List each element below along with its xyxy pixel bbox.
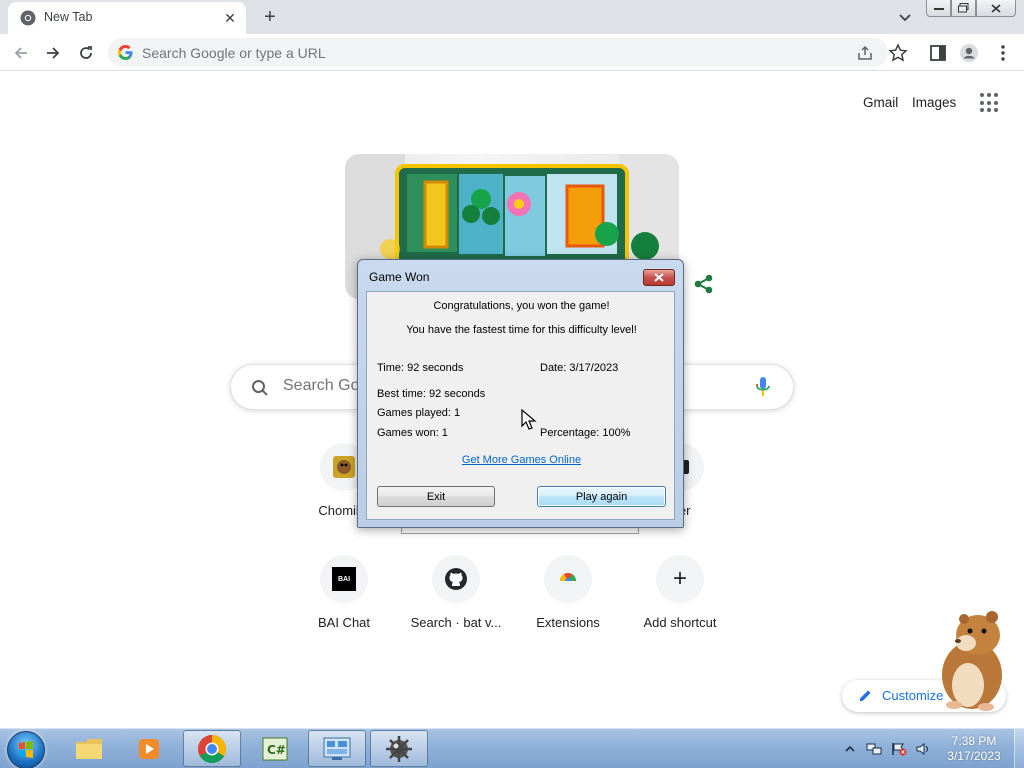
svg-text:C#: C# [267,743,286,757]
omnibox-input[interactable] [142,38,802,67]
pencil-icon [860,690,871,701]
volume-icon[interactable] [915,742,931,756]
dialog-body: Congratulations, you won the game! You h… [366,291,675,520]
bai-chat-icon: BAI [332,567,356,591]
back-button[interactable] [8,40,34,66]
close-icon [654,273,664,282]
media-player-icon [139,738,159,759]
side-panel-icon[interactable] [928,43,948,63]
shortcut-tile [432,555,480,603]
tab-close-icon[interactable]: ✕ [220,8,240,28]
shortcut-extensions[interactable]: Extensions [512,555,624,655]
profile-avatar-icon[interactable] [959,43,979,63]
show-hidden-icons-icon[interactable] [844,744,856,754]
plus-icon: + [672,565,687,592]
chrome-icon [198,734,226,763]
bookmark-star-icon[interactable] [888,43,908,63]
shortcut-tile: + [656,555,704,603]
images-link[interactable]: Images [912,95,956,110]
hamster-mascot-image [942,611,1002,711]
google-apps-icon[interactable] [980,93,1000,113]
github-icon [445,568,467,590]
back-arrow-icon [14,47,27,59]
restore-icon [958,3,969,13]
shortcut-tile [544,555,592,603]
shortcut-tile: BAI [320,555,368,603]
time-stat: Time: 92 seconds [377,362,464,374]
browser-toolbar [0,34,1024,71]
taskbar-control-panel[interactable] [308,730,366,767]
clock-date: 3/17/2023 [947,749,1001,763]
best-time-stat: Best time: 92 seconds [377,388,486,400]
network-icon[interactable] [866,742,882,756]
share-page-icon[interactable] [856,44,874,62]
start-button[interactable] [7,731,45,768]
shortcut-label: BAI Chat [317,615,371,630]
chrome-web-store-icon [559,573,577,584]
show-desktop-button[interactable] [1014,729,1024,768]
csharp-icon: C# [262,737,288,760]
dialog-close-button[interactable] [643,269,675,286]
forward-button[interactable] [40,40,66,66]
shortcut-add[interactable]: + Add shortcut [624,555,736,655]
date-stat: Date: 3/17/2023 [540,362,619,374]
shortcut-label: Add shortcut [643,615,717,630]
screen: New Tab ✕ + Search Google or type a URL … [0,0,1024,768]
tab-search-chevron-icon[interactable] [896,8,914,26]
game-won-dialog: Game Won Congratulations, you won the ga… [357,259,684,528]
reload-icon [80,46,92,59]
restore-button[interactable] [951,0,976,17]
action-center-flag-icon[interactable] [891,742,907,756]
voice-search-mic-icon[interactable] [755,376,771,398]
shortcut-label: Search · bat v... [410,615,502,630]
taskbar-csharp[interactable]: C# [246,730,304,767]
taskbar-media-player[interactable] [120,730,178,767]
games-played-stat: Games played: 1 [377,407,461,419]
mouse-cursor-icon [521,409,537,430]
percentage-stat: Percentage: 100% [540,427,631,439]
control-panel-icon [323,737,351,760]
minesweeper-icon [386,735,412,762]
search-icon [252,380,268,396]
reload-button[interactable] [73,40,99,66]
google-g-icon [118,45,133,60]
congrats-text: Congratulations, you won the game! [433,300,610,312]
minimize-icon [933,8,944,10]
share-doodle-icon[interactable] [693,273,715,295]
forward-arrow-icon [47,47,60,59]
get-more-games-link[interactable]: Get More Games Online [367,454,676,466]
dialog-title: Game Won [369,270,430,284]
tab-strip: New Tab ✕ + [0,0,1024,34]
tab-new-tab[interactable]: New Tab ✕ [8,2,246,34]
windows-explorer-icon [76,738,102,759]
chrome-menu-icon[interactable] [993,43,1013,63]
omnibox[interactable] [108,38,888,67]
windows-taskbar: C# 7:38 PM 3/17/2023 [0,728,1024,768]
close-window-button[interactable] [976,0,1016,17]
new-tab-button[interactable]: + [258,5,282,29]
taskbar-explorer[interactable] [60,730,118,767]
close-icon [991,3,1001,13]
chomikuj-icon [333,456,355,478]
chrome-icon [20,10,36,26]
shortcut-bai-chat[interactable]: BAI BAI Chat [288,555,400,655]
shortcut-github-search[interactable]: Search · bat v... [400,555,512,655]
taskbar-chrome[interactable] [183,730,241,767]
shortcut-label: Extensions [536,615,600,630]
clock-time: 7:38 PM [951,734,997,748]
taskbar-minesweeper[interactable] [370,730,428,767]
play-again-button[interactable]: Play again [537,486,666,507]
windows-logo-icon [19,741,33,758]
window-controls [926,0,1018,18]
exit-button[interactable]: Exit [377,486,495,507]
fastest-time-text: You have the fastest time for this diffi… [406,324,637,336]
tab-title: New Tab [44,10,93,24]
taskbar-clock[interactable]: 7:38 PM 3/17/2023 [936,734,1012,764]
gmail-link[interactable]: Gmail [863,95,898,110]
minimize-button[interactable] [926,0,951,17]
games-won-stat: Games won: 1 [377,427,448,439]
